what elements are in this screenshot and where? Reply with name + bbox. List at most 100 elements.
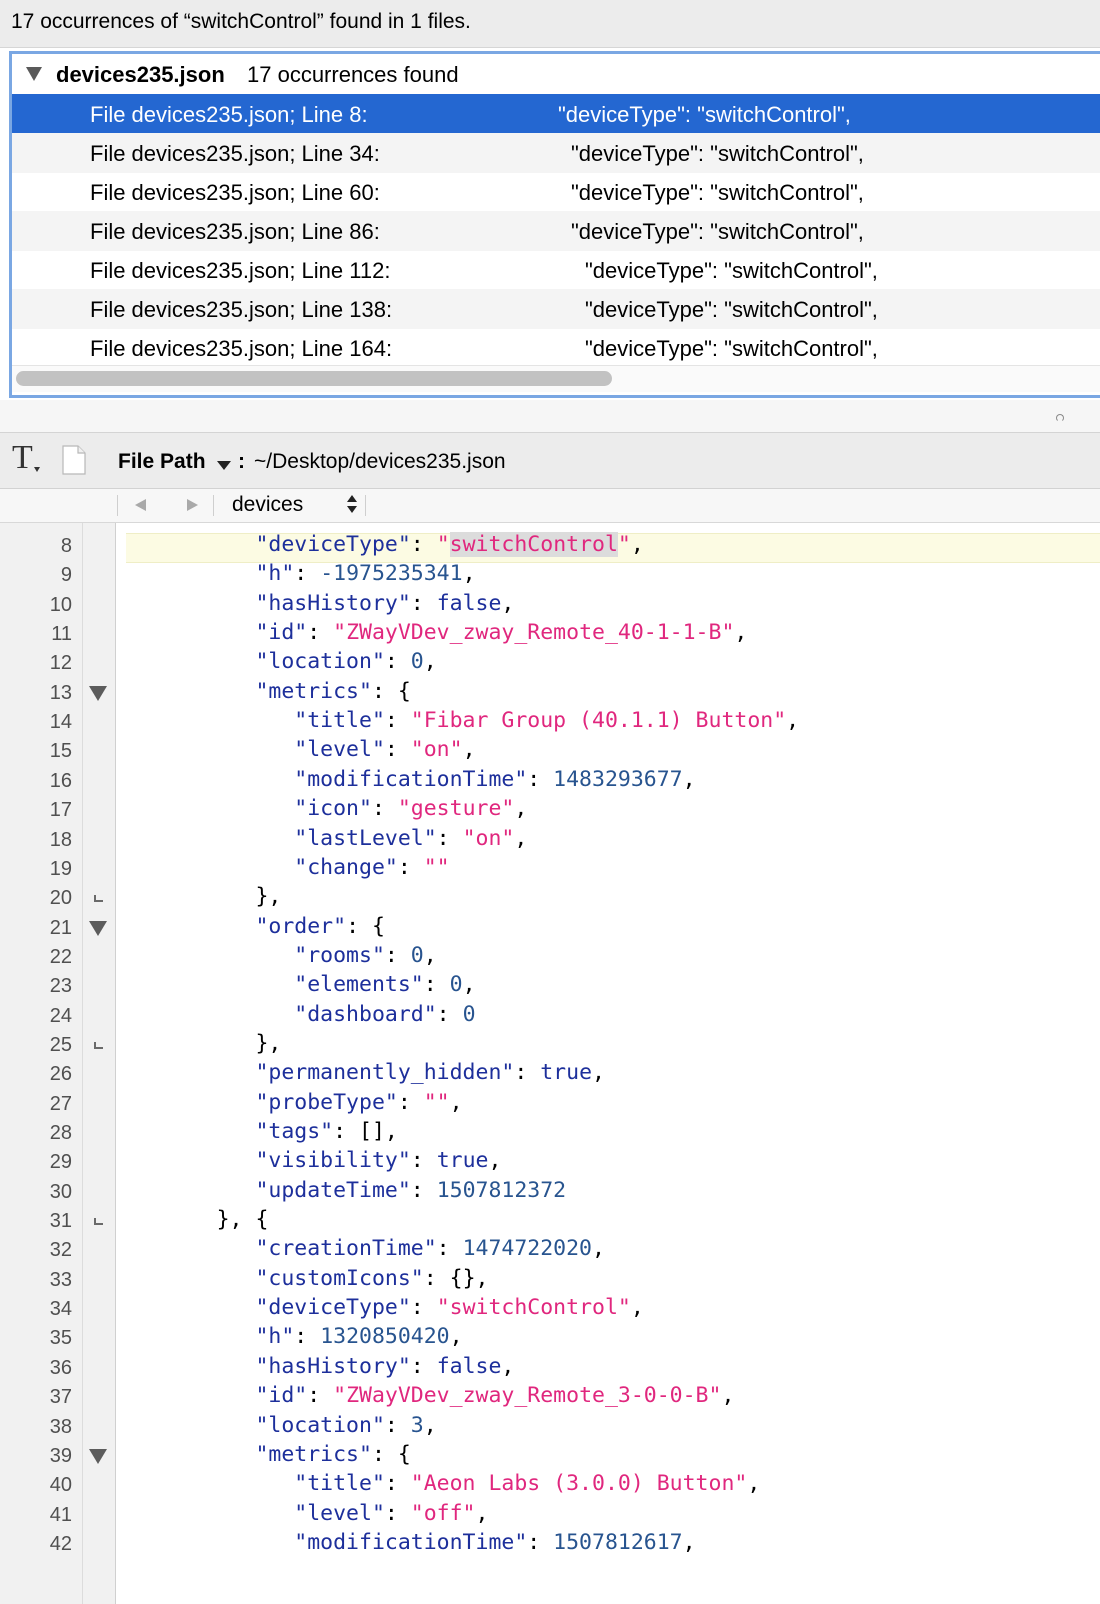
splitter-grip-icon[interactable] [1056, 414, 1064, 422]
code-text[interactable]: "order": { [126, 914, 384, 939]
fold-triangle-icon[interactable] [89, 685, 107, 701]
code-line[interactable]: 40 "title": "Aeon Labs (3.0.0) Button", [0, 1470, 1100, 1500]
code-line[interactable]: 9 "h": -1975235341, [0, 560, 1100, 590]
code-line[interactable]: 36 "hasHistory": false, [0, 1353, 1100, 1383]
code-line[interactable]: 20 }, [0, 883, 1100, 913]
code-text[interactable]: "rooms": 0, [126, 943, 436, 968]
code-line[interactable]: 37 "id": "ZWayVDev_zway_Remote_3-0-0-B", [0, 1382, 1100, 1412]
code-text[interactable]: "tags": [], [126, 1119, 397, 1144]
code-line[interactable]: 24 "dashboard": 0 [0, 1001, 1100, 1031]
code-text[interactable]: "updateTime": 1507812372 [126, 1178, 566, 1203]
json-string: "ZWayVDev_zway_Remote_40-1-1-B" [333, 620, 735, 646]
pane-splitter[interactable] [0, 400, 1100, 433]
code-text[interactable]: "dashboard": 0 [126, 1002, 475, 1027]
json-key: "title" [294, 1471, 385, 1497]
scrollbar-thumb[interactable] [16, 371, 612, 386]
code-line[interactable]: 34 "deviceType": "switchControl", [0, 1294, 1100, 1324]
code-text[interactable]: "customIcons": {}, [126, 1266, 488, 1291]
code-line[interactable]: 26 "permanently_hidden": true, [0, 1059, 1100, 1089]
code-line[interactable]: 42 "modificationTime": 1507812617, [0, 1529, 1100, 1559]
code-text[interactable]: "permanently_hidden": true, [126, 1060, 605, 1085]
symbol-popup[interactable]: devices [232, 493, 303, 517]
code-text[interactable]: "lastLevel": "on", [126, 826, 527, 851]
code-line[interactable]: 13 "metrics": { [0, 678, 1100, 708]
code-text[interactable]: "h": 1320850420, [126, 1324, 462, 1349]
code-text[interactable]: "location": 0, [126, 649, 436, 674]
code-text[interactable]: "change": "" [126, 855, 449, 880]
result-row[interactable]: File devices235.json; Line 8: "deviceType… [12, 94, 1100, 134]
code-text[interactable]: "location": 3, [126, 1413, 436, 1438]
code-line[interactable]: 31 }, { [0, 1206, 1100, 1236]
disclosure-triangle-icon[interactable] [26, 67, 42, 81]
code-text[interactable]: }, [126, 884, 281, 909]
code-line[interactable]: 41 "level": "off", [0, 1500, 1100, 1530]
code-text[interactable]: "hasHistory": false, [126, 1354, 514, 1379]
search-results-list[interactable]: devices235.json 17 occurrences found Fil… [9, 51, 1100, 398]
code-text[interactable]: "modificationTime": 1507812617, [126, 1530, 695, 1555]
code-line[interactable]: 22 "rooms": 0, [0, 942, 1100, 972]
code-text[interactable]: "level": "on", [126, 737, 475, 762]
code-text[interactable]: "hasHistory": false, [126, 591, 514, 616]
code-text[interactable]: "level": "off", [126, 1501, 488, 1526]
code-line[interactable]: 11 "id": "ZWayVDev_zway_Remote_40-1-1-B"… [0, 619, 1100, 649]
code-text[interactable]: "probeType": "", [126, 1090, 462, 1115]
code-line[interactable]: 39 "metrics": { [0, 1441, 1100, 1471]
code-text[interactable]: "deviceType": "switchControl", [126, 1295, 643, 1320]
result-row[interactable]: File devices235.json; Line 138: "deviceTy… [12, 289, 1100, 329]
code-line[interactable]: 10 "hasHistory": false, [0, 590, 1100, 620]
code-line[interactable]: 12 "location": 0, [0, 648, 1100, 678]
back-arrow-icon[interactable] [135, 499, 146, 511]
result-row[interactable]: File devices235.json; Line 86: "deviceTyp… [12, 211, 1100, 251]
code-text[interactable]: "deviceType": "switchControl", [126, 532, 644, 557]
document-icon[interactable] [62, 445, 86, 475]
code-line[interactable]: 17 "icon": "gesture", [0, 795, 1100, 825]
code-line[interactable]: 19 "change": "" [0, 854, 1100, 884]
code-line[interactable]: 23 "elements": 0, [0, 971, 1100, 1001]
code-text[interactable]: "visibility": true, [126, 1148, 501, 1173]
results-file-group[interactable]: devices235.json 17 occurrences found [12, 54, 1100, 94]
code-line[interactable]: 15 "level": "on", [0, 736, 1100, 766]
code-line[interactable]: 30 "updateTime": 1507812372 [0, 1177, 1100, 1207]
code-text[interactable]: "creationTime": 1474722020, [126, 1236, 605, 1261]
text-format-icon[interactable]: T [12, 441, 40, 475]
result-row[interactable]: File devices235.json; Line 34: "deviceTyp… [12, 133, 1100, 173]
code-text[interactable]: }, [126, 1031, 281, 1056]
code-text[interactable]: "id": "ZWayVDev_zway_Remote_3-0-0-B", [126, 1383, 734, 1408]
file-path-menu[interactable]: File Path [118, 450, 206, 474]
forward-arrow-icon[interactable] [187, 499, 198, 511]
code-line[interactable]: 16 "modificationTime": 1483293677, [0, 766, 1100, 796]
popup-stepper-icon[interactable] [347, 495, 357, 515]
code-line[interactable]: 8 "deviceType": "switchControl", [0, 531, 1100, 561]
result-row[interactable]: File devices235.json; Line 112: "deviceTy… [12, 250, 1100, 290]
code-text[interactable]: "title": "Aeon Labs (3.0.0) Button", [126, 1471, 760, 1496]
chevron-down-icon[interactable] [217, 461, 231, 470]
result-row[interactable]: File devices235.json; Line 60: "deviceTyp… [12, 172, 1100, 212]
code-line[interactable]: 33 "customIcons": {}, [0, 1265, 1100, 1295]
code-text[interactable]: "metrics": { [126, 1442, 410, 1467]
code-line[interactable]: 35 "h": 1320850420, [0, 1323, 1100, 1353]
code-line[interactable]: 29 "visibility": true, [0, 1147, 1100, 1177]
code-line[interactable]: 38 "location": 3, [0, 1412, 1100, 1442]
code-text[interactable]: "title": "Fibar Group (40.1.1) Button", [126, 708, 799, 733]
fold-triangle-icon[interactable] [89, 920, 107, 936]
code-text[interactable]: "metrics": { [126, 679, 410, 704]
code-text[interactable]: "icon": "gesture", [126, 796, 527, 821]
code-line[interactable]: 18 "lastLevel": "on", [0, 825, 1100, 855]
code-text[interactable]: "modificationTime": 1483293677, [126, 767, 695, 792]
code-line[interactable]: 32 "creationTime": 1474722020, [0, 1235, 1100, 1265]
result-row[interactable]: File devices235.json; Line 164: "deviceTy… [12, 328, 1100, 368]
code-text[interactable]: "h": -1975235341, [126, 561, 475, 586]
code-line[interactable]: 14 "title": "Fibar Group (40.1.1) Button… [0, 707, 1100, 737]
code-line[interactable]: 21 "order": { [0, 913, 1100, 943]
code-text[interactable]: }, { [126, 1207, 269, 1232]
code-line[interactable]: 25 }, [0, 1030, 1100, 1060]
fold-triangle-icon[interactable] [89, 1448, 107, 1464]
code-line[interactable]: 28 "tags": [], [0, 1118, 1100, 1148]
results-horizontal-scrollbar[interactable] [12, 365, 1100, 392]
code-editor[interactable]: 8 "deviceType": "switchControl", 9 "h": -… [0, 523, 1100, 1604]
code-text[interactable]: "elements": 0, [126, 972, 475, 997]
code-line[interactable]: 27 "probeType": "", [0, 1089, 1100, 1119]
code-text[interactable]: "id": "ZWayVDev_zway_Remote_40-1-1-B", [126, 620, 747, 645]
